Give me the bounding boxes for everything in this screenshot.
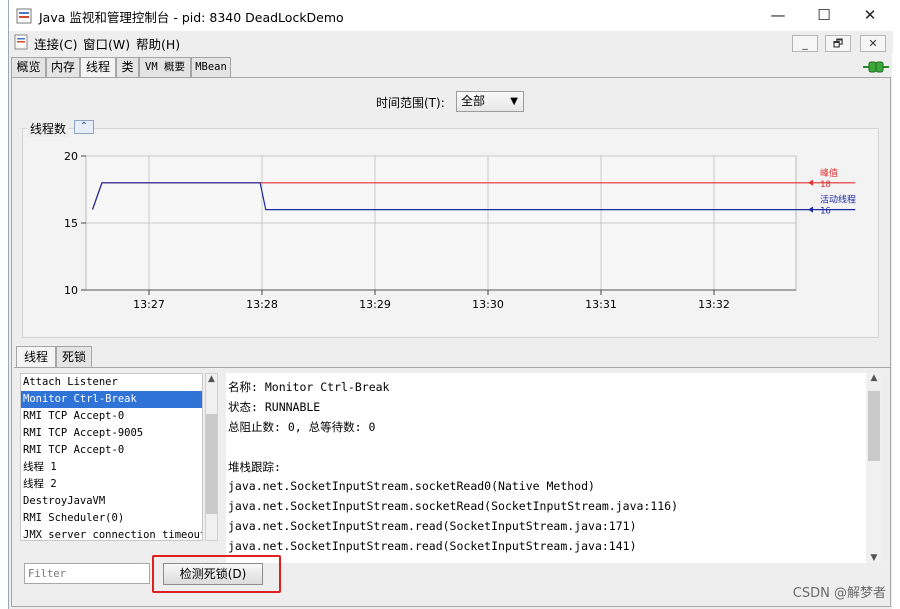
tab-overview[interactable]: 概览 <box>11 57 46 77</box>
time-range-select[interactable]: 全部 ▼ <box>456 91 524 112</box>
thread-detail-panel: Attach Listener Monitor Ctrl-Break RMI TCP… <box>14 367 890 607</box>
watermark: CSDN @解梦者 <box>792 586 886 601</box>
chevron-down-icon: ▼ <box>510 96 518 107</box>
scroll-thumb[interactable] <box>868 391 880 461</box>
detail-line: 堆栈跟踪: <box>228 460 281 474</box>
inner-restore-button[interactable]: 🗗 <box>825 35 851 52</box>
tab-classes[interactable]: 类 <box>116 57 139 77</box>
menu-bar: 连接(C) 窗口(W) 帮助(H) _ 🗗 ✕ <box>9 31 893 53</box>
x-tick-label: 13:32 <box>698 298 730 311</box>
thread-list-item[interactable]: RMI TCP Accept-0 <box>21 442 202 459</box>
chart-panel-title: 线程数 <box>27 120 70 137</box>
series-marker <box>808 206 813 213</box>
jconsole-window: Java 监视和管理控制台 - pid: 8340 DeadLockDemo —… <box>8 0 893 609</box>
menu-connect[interactable]: 连接(C) <box>34 34 77 53</box>
legend-name: 活动线程 <box>820 194 856 206</box>
detail-line: 名称: Monitor Ctrl-Break <box>228 380 390 394</box>
thread-count-chart: 20 15 10 13:27 13:28 13:29 13:30 13:31 13:32 峰值18… <box>64 150 856 311</box>
detail-line: 总阻止数: 0, 总等待数: 0 <box>228 420 376 434</box>
scroll-thumb[interactable] <box>206 414 217 514</box>
legend-value: 18 <box>820 180 831 190</box>
tab-vm-summary[interactable]: VM 概要 <box>139 57 191 77</box>
detail-line: java.net.SocketInputStream.read(SocketIn… <box>228 519 637 533</box>
detail-line: java.net.SocketInputStream.socketRead0(N… <box>228 479 595 493</box>
time-range-label: 时间范围(T): <box>376 96 445 110</box>
detail-line: java.net.SocketInputStream.socketRead(So… <box>228 499 679 513</box>
scroll-up-icon[interactable]: ▲ <box>206 374 217 384</box>
thread-list-item[interactable]: Monitor Ctrl-Break <box>21 391 202 408</box>
thread-list-item[interactable]: Attach Listener <box>21 374 202 391</box>
series-marker <box>808 179 813 186</box>
y-tick-label: 20 <box>64 150 78 163</box>
collapse-chevron-icon[interactable]: ⌃ <box>74 120 94 134</box>
tab-deadlock[interactable]: 死锁 <box>56 346 92 368</box>
title-bar: Java 监视和管理控制台 - pid: 8340 DeadLockDemo —… <box>9 0 893 31</box>
y-tick-label: 10 <box>64 284 78 297</box>
java-icon <box>16 8 32 24</box>
x-tick-label: 13:28 <box>246 298 278 311</box>
thread-list-item[interactable]: 线程 1 <box>21 459 202 476</box>
thread-list-scrollbar[interactable]: ▲ <box>205 373 218 541</box>
scroll-up-icon[interactable]: ▲ <box>866 373 882 383</box>
tab-threads[interactable]: 线程 <box>80 57 116 78</box>
inner-close-button[interactable]: ✕ <box>860 35 886 52</box>
threads-tab-content: 时间范围(T): 全部 ▼ 20 15 10 13:27 13:28 13:29 13:30… <box>11 77 891 607</box>
connection-status-icon[interactable] <box>863 59 889 75</box>
x-tick-label: 13:29 <box>359 298 391 311</box>
filter-input[interactable] <box>24 563 150 584</box>
x-tick-label: 13:27 <box>133 298 165 311</box>
thread-list-item[interactable]: RMI Scheduler(0) <box>21 510 202 527</box>
maximize-button[interactable]: ☐ <box>801 0 847 31</box>
window-title: Java 监视和管理控制台 - pid: 8340 DeadLockDemo <box>39 10 344 25</box>
document-icon <box>14 34 28 50</box>
x-tick-label: 13:30 <box>472 298 504 311</box>
detail-line: java.net.SocketInputStream.read(SocketIn… <box>228 539 637 553</box>
close-button[interactable]: ✕ <box>847 0 893 31</box>
scroll-down-icon[interactable]: ▼ <box>866 553 882 563</box>
highlight-box <box>152 555 281 593</box>
detail-line: 状态: RUNNABLE <box>228 400 321 414</box>
thread-list-item[interactable]: DestroyJavaVM <box>21 493 202 510</box>
thread-list-item[interactable]: RMI TCP Accept-9005 <box>21 425 202 442</box>
minimize-button[interactable]: — <box>755 0 801 31</box>
x-tick-label: 13:31 <box>585 298 617 311</box>
tab-memory[interactable]: 内存 <box>46 57 80 77</box>
thread-list-item[interactable]: JMX server connection timeout <box>21 527 202 540</box>
thread-list-item[interactable]: RMI TCP Accept-0 <box>21 408 202 425</box>
tab-mbean[interactable]: MBean <box>191 57 231 77</box>
menu-window[interactable]: 窗口(W) <box>83 34 130 53</box>
thread-list[interactable]: Attach Listener Monitor Ctrl-Break RMI TCP… <box>20 373 203 541</box>
inner-minimize-button[interactable]: _ <box>792 35 818 52</box>
stack-trace-text: 名称: Monitor Ctrl-Break 状态: RUNNABLE 总阻止数: … <box>226 373 866 563</box>
menu-help[interactable]: 帮助(H) <box>136 34 180 53</box>
y-tick-label: 15 <box>64 217 78 230</box>
legend-name: 峰值 <box>820 167 838 179</box>
detail-scrollbar[interactable]: ▲ ▼ <box>866 373 882 563</box>
tab-thread-list[interactable]: 线程 <box>16 346 56 368</box>
thread-list-item[interactable]: 线程 2 <box>21 476 202 493</box>
legend-value: 16 <box>820 207 831 217</box>
time-range-value: 全部 <box>461 94 486 108</box>
